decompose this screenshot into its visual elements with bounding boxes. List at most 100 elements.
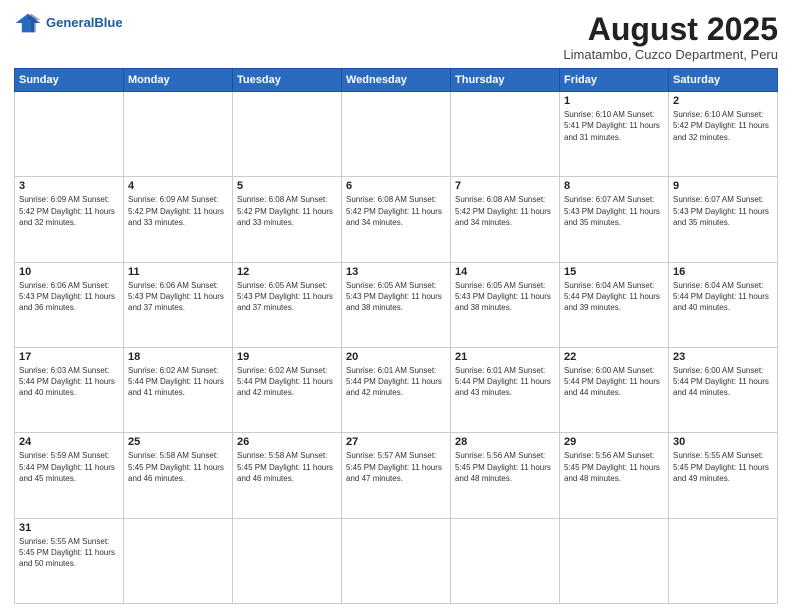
table-row: 11 Sunrise: 6:06 AM Sunset: 5:43 PM Dayli… <box>124 262 233 347</box>
day-info: Sunrise: 6:09 AM Sunset: 5:42 PM Dayligh… <box>128 194 228 228</box>
day-number: 30 <box>673 436 773 448</box>
calendar-table: Sunday Monday Tuesday Wednesday Thursday… <box>14 68 778 604</box>
day-number: 2 <box>673 95 773 107</box>
table-row <box>233 92 342 177</box>
table-row: 25 Sunrise: 5:58 AM Sunset: 5:45 PM Dayli… <box>124 433 233 518</box>
day-number: 12 <box>237 266 337 278</box>
day-info: Sunrise: 6:08 AM Sunset: 5:42 PM Dayligh… <box>455 194 555 228</box>
day-info: Sunrise: 6:05 AM Sunset: 5:43 PM Dayligh… <box>346 280 446 314</box>
table-row: 27 Sunrise: 5:57 AM Sunset: 5:45 PM Dayli… <box>342 433 451 518</box>
table-row: 21Sunrise: 6:01 AM Sunset: 5:44 PM Dayli… <box>451 348 560 433</box>
day-info: Sunrise: 6:07 AM Sunset: 5:43 PM Dayligh… <box>673 194 773 228</box>
day-info: Sunrise: 6:07 AM Sunset: 5:43 PM Dayligh… <box>564 194 664 228</box>
day-number: 11 <box>128 266 228 278</box>
day-info: Sunrise: 6:02 AM Sunset: 5:44 PM Dayligh… <box>128 365 228 399</box>
table-row: 17 Sunrise: 6:03 AM Sunset: 5:44 PM Dayli… <box>15 348 124 433</box>
table-row <box>669 518 778 603</box>
day-info: Sunrise: 6:10 AM Sunset: 5:41 PM Dayligh… <box>564 109 664 143</box>
day-info: Sunrise: 6:09 AM Sunset: 5:42 PM Dayligh… <box>19 194 119 228</box>
table-row: 24Sunrise: 5:59 AM Sunset: 5:44 PM Dayli… <box>15 433 124 518</box>
day-info: Sunrise: 5:56 AM Sunset: 5:45 PM Dayligh… <box>455 450 555 484</box>
table-row: 3Sunrise: 6:09 AM Sunset: 5:42 PM Daylig… <box>15 177 124 262</box>
day-info: Sunrise: 5:55 AM Sunset: 5:45 PM Dayligh… <box>673 450 773 484</box>
day-info: Sunrise: 6:04 AM Sunset: 5:44 PM Dayligh… <box>564 280 664 314</box>
day-number: 8 <box>564 180 664 192</box>
day-info: Sunrise: 6:04 AM Sunset: 5:44 PM Dayligh… <box>673 280 773 314</box>
day-number: 27 <box>346 436 446 448</box>
logo-blue: Blue <box>94 15 122 30</box>
day-info: Sunrise: 6:05 AM Sunset: 5:43 PM Dayligh… <box>455 280 555 314</box>
day-number: 5 <box>237 180 337 192</box>
day-number: 22 <box>564 351 664 363</box>
table-row: 4Sunrise: 6:09 AM Sunset: 5:42 PM Daylig… <box>124 177 233 262</box>
table-row: 16 Sunrise: 6:04 AM Sunset: 5:44 PM Dayli… <box>669 262 778 347</box>
table-row <box>124 518 233 603</box>
day-number: 26 <box>237 436 337 448</box>
day-number: 17 <box>19 351 119 363</box>
table-row: 18 Sunrise: 6:02 AM Sunset: 5:44 PM Dayli… <box>124 348 233 433</box>
day-info: Sunrise: 6:01 AM Sunset: 5:44 PM Dayligh… <box>455 365 555 399</box>
table-row: 19 Sunrise: 6:02 AM Sunset: 5:44 PM Dayli… <box>233 348 342 433</box>
table-row <box>124 92 233 177</box>
day-info: Sunrise: 5:56 AM Sunset: 5:45 PM Dayligh… <box>564 450 664 484</box>
day-number: 16 <box>673 266 773 278</box>
day-info: Sunrise: 6:00 AM Sunset: 5:44 PM Dayligh… <box>564 365 664 399</box>
day-info: Sunrise: 6:06 AM Sunset: 5:43 PM Dayligh… <box>128 280 228 314</box>
day-number: 25 <box>128 436 228 448</box>
table-row <box>451 518 560 603</box>
table-row <box>451 92 560 177</box>
table-row: 12Sunrise: 6:05 AM Sunset: 5:43 PM Dayli… <box>233 262 342 347</box>
table-row: 26 Sunrise: 5:58 AM Sunset: 5:45 PM Dayli… <box>233 433 342 518</box>
logo-general: General <box>46 15 94 30</box>
day-info: Sunrise: 6:10 AM Sunset: 5:42 PM Dayligh… <box>673 109 773 143</box>
day-number: 7 <box>455 180 555 192</box>
day-info: Sunrise: 6:02 AM Sunset: 5:44 PM Dayligh… <box>237 365 337 399</box>
day-number: 23 <box>673 351 773 363</box>
day-number: 24 <box>19 436 119 448</box>
table-row: 9 Sunrise: 6:07 AM Sunset: 5:43 PM Daylig… <box>669 177 778 262</box>
table-row: 6Sunrise: 6:08 AM Sunset: 5:42 PM Daylig… <box>342 177 451 262</box>
header-saturday: Saturday <box>669 69 778 92</box>
logo-icon <box>14 12 42 34</box>
header-sunday: Sunday <box>15 69 124 92</box>
table-row: 13Sunrise: 6:05 AM Sunset: 5:43 PM Dayli… <box>342 262 451 347</box>
day-info: Sunrise: 5:58 AM Sunset: 5:45 PM Dayligh… <box>237 450 337 484</box>
day-info: Sunrise: 5:57 AM Sunset: 5:45 PM Dayligh… <box>346 450 446 484</box>
day-number: 31 <box>19 522 119 534</box>
table-row: 14Sunrise: 6:05 AM Sunset: 5:43 PM Dayli… <box>451 262 560 347</box>
header-tuesday: Tuesday <box>233 69 342 92</box>
table-row <box>560 518 669 603</box>
day-number: 15 <box>564 266 664 278</box>
calendar-title: August 2025 <box>563 12 778 47</box>
table-row: 30 Sunrise: 5:55 AM Sunset: 5:45 PM Dayli… <box>669 433 778 518</box>
day-number: 1 <box>564 95 664 107</box>
header: GeneralBlue August 2025 Limatambo, Cuzco… <box>14 12 778 62</box>
day-number: 18 <box>128 351 228 363</box>
logo: GeneralBlue <box>14 12 123 34</box>
day-number: 9 <box>673 180 773 192</box>
day-info: Sunrise: 6:08 AM Sunset: 5:42 PM Dayligh… <box>237 194 337 228</box>
header-friday: Friday <box>560 69 669 92</box>
table-row: 2 Sunrise: 6:10 AM Sunset: 5:42 PM Daylig… <box>669 92 778 177</box>
day-info: Sunrise: 5:55 AM Sunset: 5:45 PM Dayligh… <box>19 536 119 570</box>
day-info: Sunrise: 6:01 AM Sunset: 5:44 PM Dayligh… <box>346 365 446 399</box>
table-row <box>342 518 451 603</box>
page: GeneralBlue August 2025 Limatambo, Cuzco… <box>0 0 792 612</box>
table-row: 29 Sunrise: 5:56 AM Sunset: 5:45 PM Dayli… <box>560 433 669 518</box>
day-info: Sunrise: 6:00 AM Sunset: 5:44 PM Dayligh… <box>673 365 773 399</box>
table-row: 1 Sunrise: 6:10 AM Sunset: 5:41 PM Daylig… <box>560 92 669 177</box>
table-row: 5 Sunrise: 6:08 AM Sunset: 5:42 PM Daylig… <box>233 177 342 262</box>
day-info: Sunrise: 5:58 AM Sunset: 5:45 PM Dayligh… <box>128 450 228 484</box>
table-row <box>233 518 342 603</box>
day-number: 20 <box>346 351 446 363</box>
table-row: 15 Sunrise: 6:04 AM Sunset: 5:44 PM Dayli… <box>560 262 669 347</box>
table-row <box>342 92 451 177</box>
day-info: Sunrise: 6:03 AM Sunset: 5:44 PM Dayligh… <box>19 365 119 399</box>
day-number: 29 <box>564 436 664 448</box>
day-number: 19 <box>237 351 337 363</box>
day-number: 6 <box>346 180 446 192</box>
calendar-subtitle: Limatambo, Cuzco Department, Peru <box>563 47 778 62</box>
logo-text: GeneralBlue <box>46 15 123 31</box>
header-thursday: Thursday <box>451 69 560 92</box>
table-row: 31 Sunrise: 5:55 AM Sunset: 5:45 PM Dayli… <box>15 518 124 603</box>
